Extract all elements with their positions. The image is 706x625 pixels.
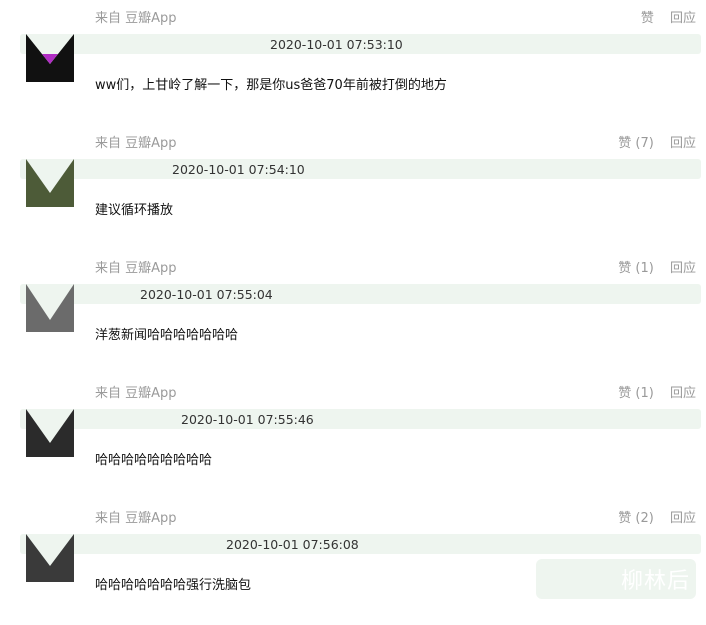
comment-time: 2020-10-01 07:55:46 xyxy=(181,412,314,427)
comment-item: 来自 豆瓣App 赞 (7) 回应 2020-10-01 07:54:10 建议… xyxy=(0,125,706,250)
like-button[interactable]: 赞 (2) xyxy=(618,511,654,526)
comment-time: 2020-10-01 07:53:10 xyxy=(270,37,403,52)
avatar-photo-icon xyxy=(26,284,74,332)
avatar[interactable] xyxy=(26,409,74,457)
reply-button[interactable]: 回应 xyxy=(670,386,696,401)
reply-button[interactable]: 回应 xyxy=(670,261,696,276)
avatar[interactable] xyxy=(26,534,74,582)
like-button[interactable]: 赞 (1) xyxy=(618,261,654,276)
comment-meta-bar xyxy=(20,409,701,429)
comment-text: 建议循环播放 xyxy=(95,203,174,218)
comment-actions: 赞 (7) 回应 xyxy=(606,132,696,151)
comment-source: 来自 豆瓣App xyxy=(95,261,177,276)
comment-text: 洋葱新闻哈哈哈哈哈哈哈 xyxy=(95,328,239,343)
like-button[interactable]: 赞 xyxy=(641,11,654,26)
avatar[interactable] xyxy=(26,159,74,207)
avatar[interactable] xyxy=(26,34,74,82)
comment-meta-bar xyxy=(20,159,701,179)
comment-item: 来自 豆瓣App 赞 (1) 回应 2020-10-01 07:55:46 哈哈… xyxy=(0,375,706,500)
comment-text: ww们，上甘岭了解一下，那是你us爸爸70年前被打倒的地方 xyxy=(95,78,447,93)
like-button[interactable]: 赞 (7) xyxy=(618,136,654,151)
comment-actions: 赞 (2) 回应 xyxy=(606,507,696,526)
comment-actions: 赞 (1) 回应 xyxy=(606,382,696,401)
avatar-mark-icon xyxy=(26,34,74,82)
comment-source: 来自 豆瓣App xyxy=(95,511,177,526)
watermark-text: 柳林后 xyxy=(620,569,690,594)
comment-item: 来自 豆瓣App 赞 回应 2020-10-01 07:53:10 ww们，上甘… xyxy=(0,0,706,125)
comment-time: 2020-10-01 07:54:10 xyxy=(172,162,305,177)
reply-button[interactable]: 回应 xyxy=(670,136,696,151)
avatar-photo-icon xyxy=(26,409,74,457)
comment-meta-bar xyxy=(20,534,701,554)
comment-source: 来自 豆瓣App xyxy=(95,11,177,26)
comment-text: 哈哈哈哈哈哈哈哈哈 xyxy=(95,453,213,468)
reply-button[interactable]: 回应 xyxy=(670,511,696,526)
avatar-photo-icon xyxy=(26,534,74,582)
avatar-photo-icon xyxy=(26,159,74,207)
comment-actions: 赞 回应 xyxy=(629,7,696,26)
comment-source: 来自 豆瓣App xyxy=(95,136,177,151)
comment-time: 2020-10-01 07:55:04 xyxy=(140,287,273,302)
reply-button[interactable]: 回应 xyxy=(670,11,696,26)
comments-page: { "comments": [ {"source":"来自 豆瓣App","li… xyxy=(0,0,706,609)
comment-source: 来自 豆瓣App xyxy=(95,386,177,401)
comment-time: 2020-10-01 07:56:08 xyxy=(226,537,359,552)
comment-meta-bar xyxy=(20,284,701,304)
comment-actions: 赞 (1) 回应 xyxy=(606,257,696,276)
comment-item: 来自 豆瓣App 赞 (1) 回应 2020-10-01 07:55:04 洋葱… xyxy=(0,250,706,375)
comment-text: 哈哈哈哈哈哈哈强行洗脑包 xyxy=(95,578,252,593)
like-button[interactable]: 赞 (1) xyxy=(618,386,654,401)
avatar[interactable] xyxy=(26,284,74,332)
